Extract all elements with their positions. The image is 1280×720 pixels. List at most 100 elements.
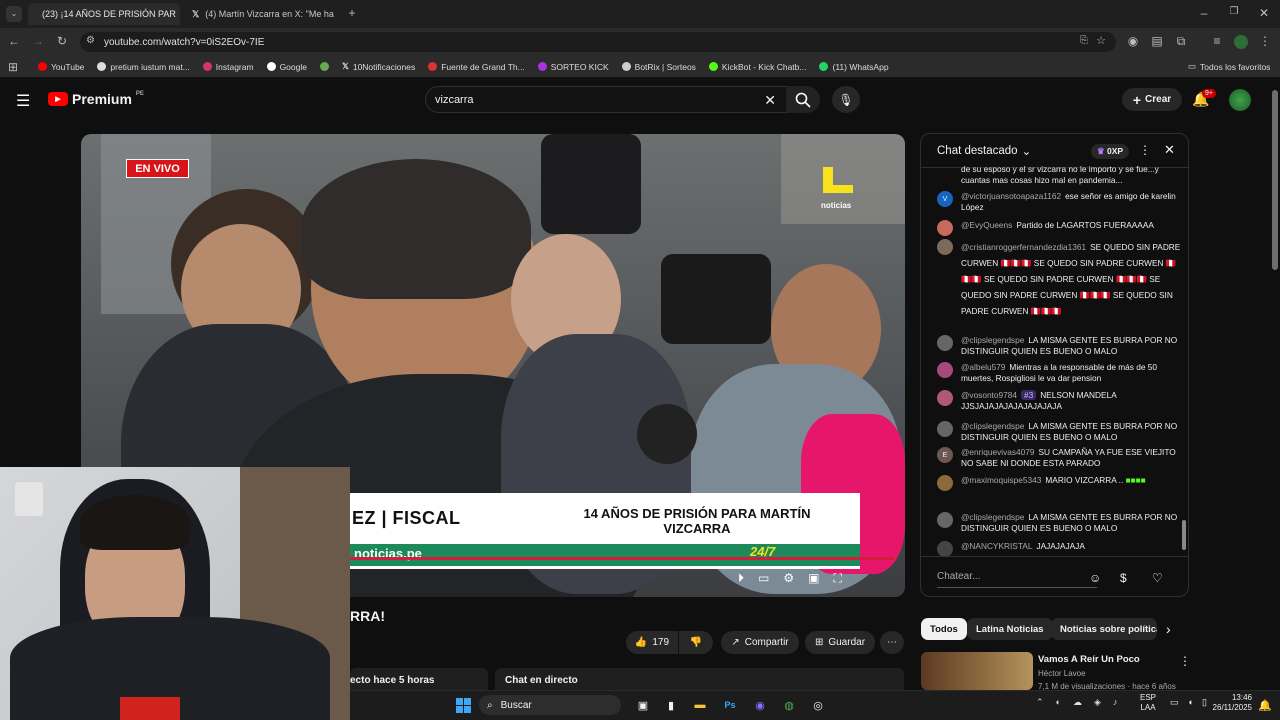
bookmark-pretium[interactable]: pretium iustum mat... xyxy=(97,62,190,72)
avatar[interactable] xyxy=(937,512,953,528)
avatar[interactable] xyxy=(937,220,953,236)
minimize-icon[interactable]: – xyxy=(1196,6,1212,20)
app-icon[interactable]: ▮ xyxy=(660,694,682,716)
clear-search-icon[interactable]: ✕ xyxy=(764,92,776,109)
settings-gear-icon[interactable]: ⚙ xyxy=(783,571,794,585)
avatar[interactable] xyxy=(937,335,953,351)
extension-icon[interactable]: ▤ xyxy=(1150,34,1164,48)
taskbar-search[interactable]: ⌕ Buscar xyxy=(479,695,621,715)
reload-icon[interactable]: ↻ xyxy=(54,34,70,48)
dislike-button[interactable]: 👎 xyxy=(679,631,713,654)
extension-icon[interactable]: ◉ xyxy=(1126,34,1140,48)
heart-icon[interactable]: ♡ xyxy=(1152,571,1163,585)
chevron-down-icon[interactable]: ⌄ xyxy=(1022,144,1032,158)
new-tab-icon[interactable]: + xyxy=(344,6,360,22)
message-author[interactable]: @clipslegendspe xyxy=(961,421,1024,431)
miniplayer-icon[interactable]: ▣ xyxy=(808,571,819,585)
description-panel[interactable]: ecto hace 5 horas xyxy=(350,668,488,690)
notification-center-icon[interactable]: 🔔 xyxy=(1254,694,1276,716)
live-chat-replay-panel[interactable]: Chat en directo xyxy=(495,668,904,690)
mic-tray-icon[interactable]: ♪ xyxy=(1113,697,1118,708)
page-scrollbar[interactable] xyxy=(1272,90,1278,270)
save-button[interactable]: ⊞ Guardar xyxy=(805,631,875,654)
bookmark-grand-theft[interactable]: Fuente de Grand Th... xyxy=(428,62,525,72)
discord-icon[interactable]: ◉ xyxy=(749,694,771,716)
share-button[interactable]: ↗ Compartir xyxy=(721,631,799,654)
account-avatar[interactable] xyxy=(1229,89,1251,111)
language-indicator[interactable]: ESP LAA xyxy=(1140,693,1156,713)
maximize-icon[interactable]: ❐ xyxy=(1226,6,1242,17)
autoplay-toggle-icon[interactable]: ⏵ xyxy=(738,571,744,586)
profile-avatar[interactable] xyxy=(1234,35,1248,49)
subtitles-icon[interactable]: ▭ xyxy=(758,571,769,585)
chat-mode-dropdown[interactable]: Chat destacado xyxy=(937,145,1018,157)
message-author[interactable]: @enriquevivas4079 xyxy=(961,447,1034,457)
chip-noticias-politica[interactable]: Noticias sobre política xyxy=(1051,618,1157,640)
defender-icon[interactable]: ◈ xyxy=(1094,697,1101,708)
chip-todos[interactable]: Todos xyxy=(921,618,967,640)
hamburger-menu-icon[interactable]: ☰ xyxy=(16,91,30,111)
avatar[interactable] xyxy=(937,475,953,491)
file-explorer-icon[interactable]: ▬ xyxy=(689,694,711,716)
obs-icon[interactable]: ◎ xyxy=(807,694,829,716)
bookmark-unnamed[interactable] xyxy=(319,62,329,71)
more-vertical-icon[interactable]: ⋮ xyxy=(1179,654,1191,668)
avatar[interactable] xyxy=(937,362,953,378)
bookmark-star-icon[interactable]: ☆ xyxy=(1096,34,1106,47)
avatar[interactable] xyxy=(937,541,953,557)
message-author[interactable]: @EvyQueens xyxy=(961,220,1012,230)
browser-menu-icon[interactable]: ⋮ xyxy=(1258,34,1272,48)
youtube-logo[interactable]: ▶ Premium PE xyxy=(48,91,144,107)
address-bar[interactable]: ⚙ youtube.com/watch?v=0iS2EOv-7IE ⎘ ☆ xyxy=(80,32,1116,52)
bookmark-sorteo-kick[interactable]: SORTEO KICK xyxy=(537,62,609,72)
chat-input[interactable]: Chatear... xyxy=(937,566,1097,588)
task-view-icon[interactable]: ▣ xyxy=(632,694,654,716)
create-button[interactable]: + Crear xyxy=(1122,88,1182,111)
message-author[interactable]: @NANCYKRISTAL xyxy=(961,541,1032,551)
chip-latina-noticias[interactable]: Latina Noticias xyxy=(967,618,1053,640)
tab-youtube[interactable]: (23) ¡14 AÑOS DE PRISIÓN PAR ✕ xyxy=(28,3,180,25)
tab-search-icon[interactable]: ⌄ xyxy=(6,6,22,22)
super-chat-icon[interactable]: $ xyxy=(1120,571,1127,585)
all-favorites-folder[interactable]: ▭ Todos los favoritos xyxy=(1188,61,1270,72)
bookmark-10notificaciones[interactable]: 𝕏 10Notificaciones xyxy=(342,61,415,72)
avatar[interactable]: V xyxy=(937,191,953,207)
search-button[interactable] xyxy=(786,86,820,113)
voice-search-button[interactable]: 🎙 xyxy=(832,86,860,113)
message-author[interactable]: @albelu579 xyxy=(961,362,1005,372)
recommendation-title[interactable]: Vamos A Reír Un Poco xyxy=(1038,654,1140,665)
message-author[interactable]: @maximoquispe5343 xyxy=(961,475,1041,485)
message-author[interactable]: @clipslegendspe xyxy=(961,335,1024,345)
message-author[interactable]: @victorjuansotoapaza1162 xyxy=(961,191,1061,201)
forward-icon[interactable]: → xyxy=(30,34,46,48)
more-actions-button[interactable]: ⋯ xyxy=(880,631,904,654)
bookmark-instagram[interactable]: Instagram xyxy=(202,62,254,72)
close-chat-icon[interactable]: ✕ xyxy=(1164,142,1175,158)
avatar[interactable]: E xyxy=(937,447,953,463)
recommendation-channel[interactable]: Héctor Lavoe xyxy=(1038,669,1086,678)
chrome-icon[interactable]: ◍ xyxy=(778,694,800,716)
tray-app-icon[interactable]: ◐ xyxy=(1056,697,1061,708)
bookmark-google[interactable]: Google xyxy=(266,62,307,72)
search-input[interactable]: vizcarra ✕ xyxy=(425,86,787,113)
avatar[interactable] xyxy=(937,239,953,255)
emoji-picker-icon[interactable]: ☺ xyxy=(1089,571,1101,585)
avatar[interactable] xyxy=(937,421,953,437)
site-info-icon[interactable]: ⚙ xyxy=(86,35,95,46)
tray-chevron-icon[interactable]: ⌃ xyxy=(1036,697,1044,708)
bookmark-youtube[interactable]: YouTube xyxy=(38,62,84,72)
chat-scrollbar[interactable] xyxy=(1182,520,1186,550)
onedrive-icon[interactable]: ☁ xyxy=(1073,697,1082,708)
chevron-right-icon[interactable]: › xyxy=(1166,621,1171,637)
like-button[interactable]: 👍 179 xyxy=(626,631,678,654)
quick-settings[interactable]: ▭ ◖ ▯ xyxy=(1170,697,1207,708)
install-icon[interactable]: ⎘ xyxy=(1080,35,1088,46)
back-icon[interactable]: ← xyxy=(6,34,22,48)
apps-grid-icon[interactable]: ⊞ xyxy=(0,60,26,74)
channel-points-badge[interactable]: ♛ 0XP xyxy=(1091,144,1130,159)
video-progress-bar[interactable] xyxy=(350,557,894,560)
bookmark-kickbot[interactable]: KickBot - Kick Chatb... xyxy=(708,62,806,72)
bookmark-whatsapp[interactable]: (11) WhatsApp xyxy=(819,62,889,72)
extensions-puzzle-icon[interactable]: ⧉ xyxy=(1174,34,1188,49)
close-window-icon[interactable]: ✕ xyxy=(1256,6,1272,20)
